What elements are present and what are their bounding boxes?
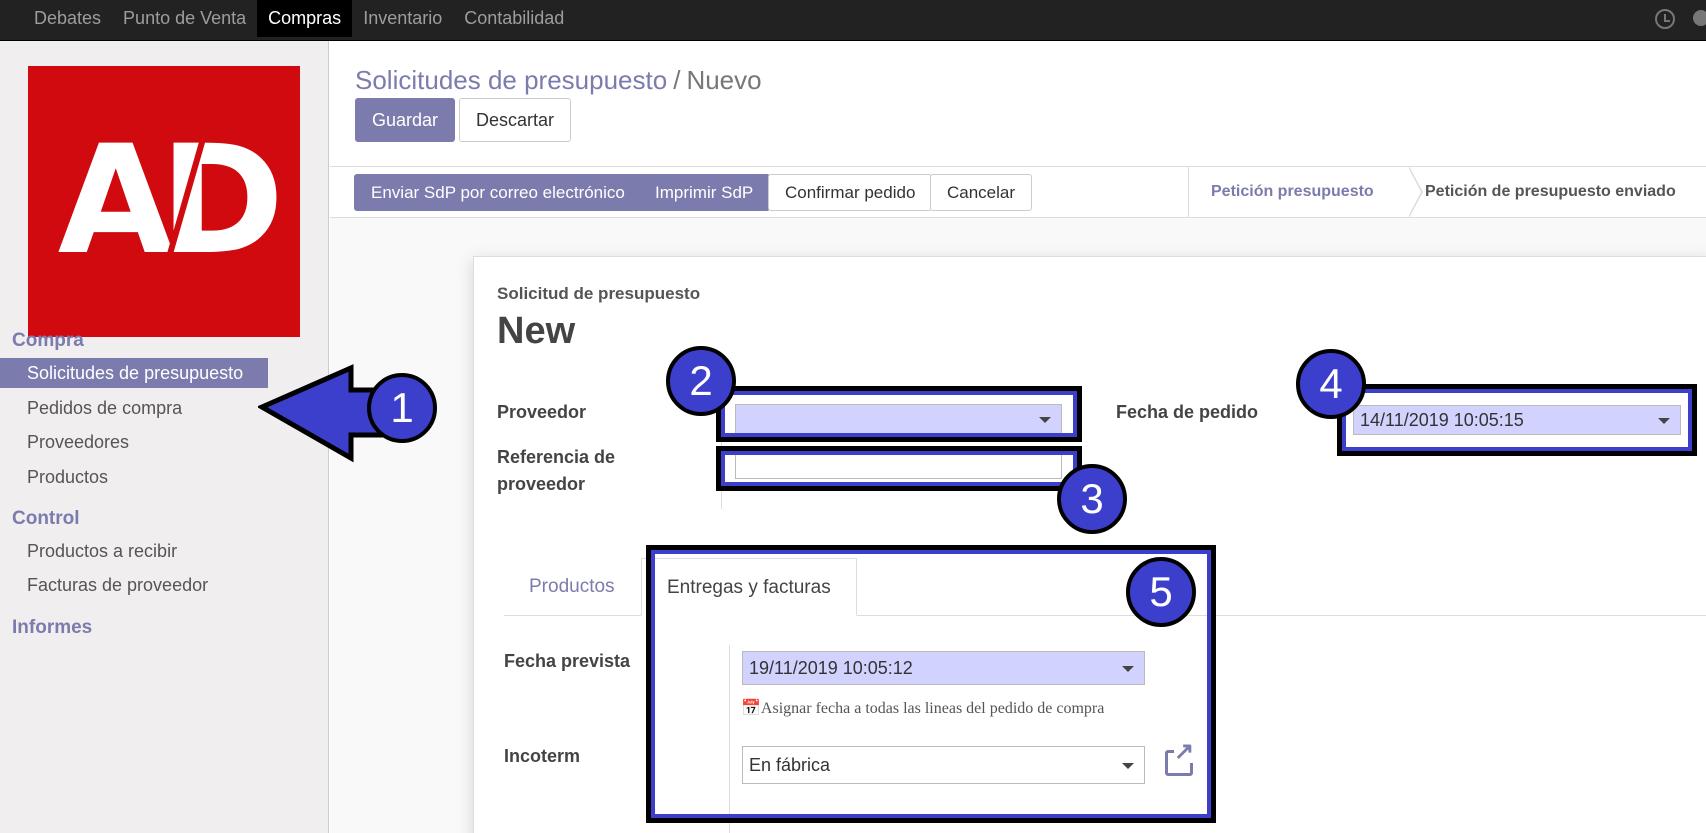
chat-icon[interactable] bbox=[1693, 10, 1706, 26]
incoterm-label: Incoterm bbox=[504, 746, 581, 766]
clock-icon[interactable] bbox=[1655, 9, 1675, 29]
save-button[interactable]: Guardar bbox=[355, 98, 456, 142]
menu-contabilidad[interactable]: Contabilidad bbox=[453, 0, 575, 37]
fecha-prevista-label: Fecha prevista bbox=[504, 651, 631, 671]
status-bar: Enviar SdP por correo electrónico Imprim… bbox=[330, 166, 1706, 219]
discard-button[interactable]: Descartar bbox=[459, 98, 572, 142]
tab-productos[interactable]: Productos bbox=[504, 558, 640, 616]
stage-pipeline: Petición presupuesto Petición de presupu… bbox=[1188, 166, 1676, 219]
proveedor-label: Proveedor bbox=[497, 402, 587, 422]
annotation-badge-1: 1 bbox=[367, 373, 437, 443]
menu-inventario[interactable]: Inventario bbox=[352, 0, 453, 37]
sidebar-item-productos-recibir[interactable]: Productos a recibir bbox=[0, 534, 329, 568]
form-subtitle: Solicitud de presupuesto bbox=[497, 284, 701, 303]
menu-punto-de-venta[interactable]: Punto de Venta bbox=[112, 0, 257, 37]
company-logo: AD bbox=[28, 66, 300, 337]
sidebar-section-control: Control bbox=[12, 508, 80, 529]
highlight-fecha-pedido bbox=[1337, 384, 1697, 456]
send-rfq-email-button[interactable]: Enviar SdP por correo electrónico bbox=[354, 174, 642, 211]
annotation-badge-3: 3 bbox=[1057, 464, 1127, 534]
breadcrumb-current: Nuevo bbox=[686, 65, 762, 95]
menu-debates[interactable]: Debates bbox=[23, 0, 112, 37]
stage-enviado[interactable]: Petición de presupuesto enviado bbox=[1425, 167, 1676, 217]
highlight-referencia bbox=[716, 446, 1082, 491]
ref-label-line2: proveedor bbox=[497, 474, 586, 494]
stage-divider bbox=[1408, 166, 1423, 218]
print-rfq-button[interactable]: Imprimir SdP bbox=[638, 174, 771, 211]
annotation-badge-2: 2 bbox=[666, 346, 736, 416]
app-menu: Debates Punto de Venta Compras Inventari… bbox=[23, 0, 575, 41]
cancel-button[interactable]: Cancelar bbox=[930, 174, 1033, 211]
ref-label-line1: Referencia de bbox=[497, 447, 616, 467]
control-panel: Solicitudes de presupuesto / Nuevo Guardar… bbox=[330, 41, 1706, 166]
annotation-badge-5: 5 bbox=[1126, 557, 1196, 627]
form-title: New bbox=[497, 310, 576, 352]
sidebar-section-informes[interactable]: Informes bbox=[12, 617, 92, 639]
highlight-proveedor bbox=[716, 386, 1082, 442]
menu-compras[interactable]: Compras bbox=[257, 0, 353, 37]
fecha-pedido-label: Fecha de pedido bbox=[1116, 402, 1259, 422]
sidebar-item-solicitudes[interactable]: Solicitudes de presupuesto bbox=[0, 358, 268, 388]
breadcrumb-separator: / bbox=[673, 65, 681, 95]
annotation-badge-4: 4 bbox=[1296, 349, 1366, 419]
breadcrumb-parent[interactable]: Solicitudes de presupuesto bbox=[355, 65, 667, 95]
stage-peticion: Petición presupuesto bbox=[1211, 183, 1374, 200]
breadcrumb: Solicitudes de presupuesto / Nuevo bbox=[355, 65, 762, 96]
top-navbar: Debates Punto de Venta Compras Inventari… bbox=[0, 0, 1706, 41]
confirm-order-button[interactable]: Confirmar pedido bbox=[768, 174, 933, 211]
sidebar-section-compra: Compra bbox=[12, 330, 84, 351]
sidebar-item-facturas-proveedor[interactable]: Facturas de proveedor bbox=[0, 568, 329, 602]
sidebar-item-productos[interactable]: Productos bbox=[0, 460, 329, 494]
